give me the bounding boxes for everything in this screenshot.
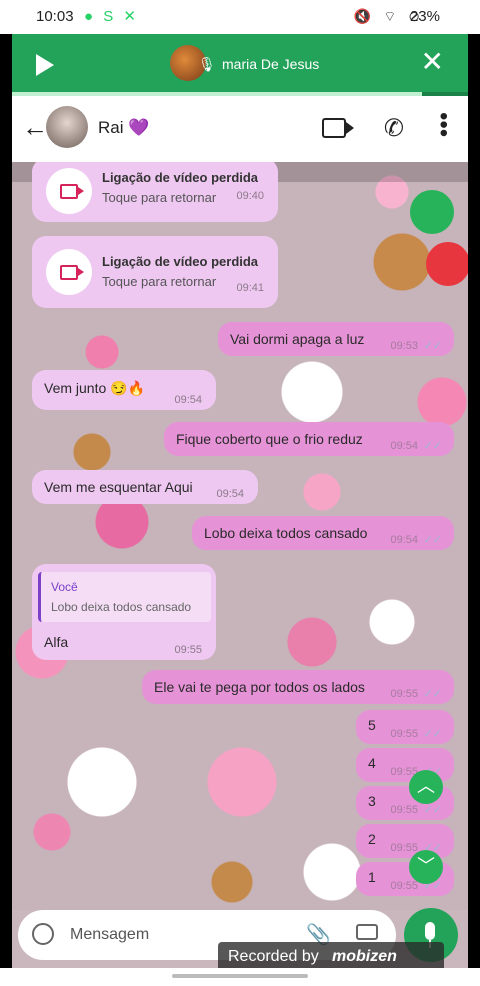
message-time: 09:55 [174,644,202,656]
message-input[interactable]: Mensagem [70,926,149,944]
missed-call-title: Ligação de vídeo perdida [102,254,259,269]
message-time: 09:55 [390,804,418,816]
read-ticks-icon: ✓✓ [423,440,442,452]
watermark-prefix: Recorded by [228,948,319,965]
message-time: 09:55 [390,728,418,740]
read-ticks-icon: ✓✓ [423,688,442,700]
message-text: 1 [368,869,376,885]
message-text: Fique coberto que o frio reduz [176,431,363,447]
message-time: 09:55 [390,842,418,854]
missed-video-call-icon [46,249,92,295]
quote-text: Lobo deixa todos cansado [51,600,192,614]
outgoing-message[interactable]: Vai dormi apaga a luz 09:53 ✓✓ [218,322,454,356]
back-arrow-icon[interactable]: ← [22,114,48,140]
message-text: Alfa [44,634,69,650]
camera-icon[interactable] [356,924,378,940]
ongoing-call-banner[interactable]: 🎙 maria De Jesus ✕ [12,34,468,96]
message-time: 09:54 [174,394,202,406]
contact-avatar[interactable] [46,106,88,148]
outgoing-message[interactable]: Fique coberto que o frio reduz 09:54 ✓✓ [164,422,454,456]
message-text: Vem me esquentar Aqui [44,479,193,495]
message-time: 09:55 [390,688,418,700]
quoted-message[interactable]: Você Lobo deixa todos cansado [38,572,211,622]
status-bar: 10:03 ● S ✕ 🔇 ⌔ ⊘ 23% [0,0,480,34]
chat-area[interactable]: Ligação de vídeo perdida Toque para reto… [12,162,468,910]
missed-call-title: Ligação de vídeo perdida [102,170,259,185]
missed-video-call-icon [46,168,92,214]
missed-call-bubble[interactable]: Ligação de vídeo perdida Toque para reto… [32,162,278,222]
chat-header: ← Rai 💜 ✆ ••• [12,96,468,162]
sticker-icon[interactable] [32,923,54,945]
message-text: Vai dormi apaga a luz [230,331,365,347]
incoming-message[interactable]: Vem me esquentar Aqui 09:54 [32,470,258,504]
missed-call-subtitle: Toque para retornar [102,274,217,289]
read-ticks-icon: ✓✓ [423,340,442,352]
voice-call-icon[interactable]: ✆ [384,114,404,143]
outgoing-message[interactable]: 5 09:55 ✓✓ [356,710,454,744]
video-call-icon[interactable] [322,118,354,138]
mic-icon: 🎙 [198,56,216,72]
gesture-bar [0,968,480,986]
message-text: Lobo deixa todos cansado [204,525,368,541]
outgoing-message[interactable]: Ele vai te pega por todos os lados 09:55… [142,670,454,704]
message-time: 09:54 [390,534,418,546]
read-ticks-icon: ✓✓ [423,534,442,546]
scroll-up-icon[interactable]: ︿ [409,770,443,804]
status-time: 10:03 [36,8,74,25]
message-time: 09:53 [390,340,418,352]
message-time: 09:55 [390,880,418,892]
message-text: 4 [368,755,376,771]
read-ticks-icon: ✓✓ [423,728,442,740]
contact-name[interactable]: Rai 💜 [98,118,149,138]
caller-name: maria De Jesus [222,56,320,72]
message-time: 09:41 [236,282,264,294]
outgoing-message[interactable]: 2 09:55 ✓✓ [356,824,454,858]
message-text: 2 [368,831,376,847]
message-text: 5 [368,717,376,733]
missed-call-subtitle: Toque para retornar [102,190,217,205]
more-options-icon[interactable]: ••• [430,112,457,137]
quote-author: Você [51,580,78,594]
read-ticks-icon: ✓✓ [423,804,442,816]
floating-app-icon[interactable] [410,190,454,234]
message-time: 09:40 [236,190,264,202]
battery-level: 23% [409,8,440,25]
mic-icon [425,922,435,940]
incoming-message[interactable]: Vem junto 😏🔥 09:54 [32,370,216,410]
message-text: Vem junto 😏🔥 [44,380,146,396]
missed-call-bubble[interactable]: Ligação de vídeo perdida Toque para reto… [32,236,278,308]
incoming-reply-message[interactable]: Você Lobo deixa todos cansado Alfa 09:55 [32,564,216,660]
play-icon[interactable] [36,54,54,76]
message-time: 09:54 [216,488,244,500]
watermark-brand: mobizen [332,948,397,965]
outgoing-message[interactable]: Lobo deixa todos cansado 09:54 ✓✓ [192,516,454,550]
close-icon[interactable]: ✕ [421,48,444,76]
recorder-floating-icon[interactable] [426,242,468,286]
message-text: Ele vai te pega por todos os lados [154,679,365,695]
notification-icons: ● S ✕ [84,8,139,25]
message-text: 3 [368,793,376,809]
scroll-down-icon[interactable]: ﹀ [409,850,443,884]
message-time: 09:54 [390,440,418,452]
home-indicator[interactable] [172,974,308,978]
